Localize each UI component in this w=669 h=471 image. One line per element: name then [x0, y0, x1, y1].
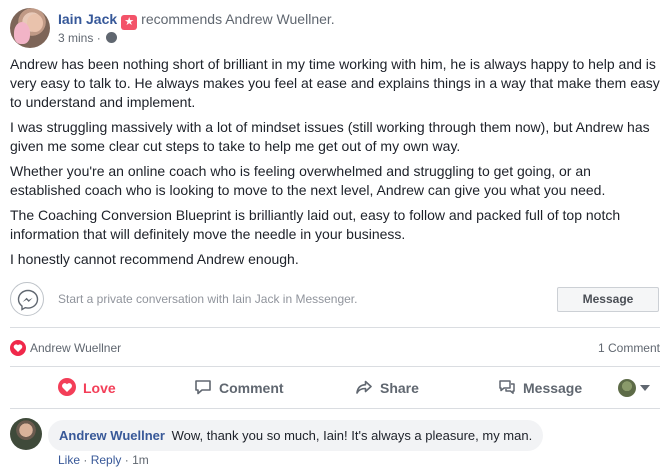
globe-icon[interactable]	[106, 32, 118, 43]
post-as-selector[interactable]	[618, 379, 650, 397]
heart-icon	[58, 377, 76, 399]
post-paragraph: Andrew has been nothing short of brillia…	[10, 56, 660, 110]
comment-like-link[interactable]: Like	[58, 453, 80, 467]
action-bar: Love Comment Share Message	[10, 372, 660, 404]
meta-dot: ·	[124, 453, 129, 467]
post-body: Andrew has been nothing short of brillia…	[10, 55, 660, 275]
meta-separator: ·	[96, 31, 101, 45]
messenger-icon	[10, 282, 44, 316]
messenger-prompt-row: Start a private conversation with Iain J…	[10, 282, 660, 318]
avatar-child	[14, 22, 30, 44]
recommends-text: recommends	[141, 11, 223, 27]
recommendation-star-icon: ★	[121, 15, 138, 30]
post-paragraph: I was struggling massively with a lot of…	[10, 119, 650, 154]
post-paragraph: Whether you're an online coach who is fe…	[10, 163, 606, 198]
comment-text: Wow, thank you so much, Iain! It's alway…	[171, 428, 533, 443]
comment-bubble: Andrew Wuellner Wow, thank you so much, …	[48, 420, 544, 451]
share-label: Share	[380, 380, 419, 396]
message-button[interactable]: Message	[557, 287, 659, 312]
messenger-prompt-text: Start a private conversation with Iain J…	[58, 292, 358, 306]
reactor-name[interactable]: Andrew Wuellner	[30, 341, 121, 355]
viewer-avatar	[618, 379, 636, 397]
comment-count[interactable]: 1 Comment	[598, 341, 660, 355]
comment-reply-link[interactable]: Reply	[91, 453, 122, 467]
post-header: Iain Jack ★ recommends Andrew Wuellner. 3 …	[10, 8, 660, 50]
comment-label: Comment	[219, 380, 284, 396]
post-paragraph: I honestly cannot recommend Andrew enoug…	[10, 251, 299, 267]
commenter-name[interactable]: Andrew Wuellner	[59, 428, 165, 443]
recommended-page[interactable]: Andrew Wuellner.	[225, 11, 334, 27]
message-action-button[interactable]: Message	[498, 372, 582, 404]
reactions-summary: Andrew Wuellner 1 Comment	[10, 338, 660, 358]
commenter-avatar[interactable]	[10, 418, 42, 450]
chevron-down-icon	[640, 385, 650, 391]
post-meta: 3 mins ·	[58, 31, 118, 45]
divider	[10, 366, 660, 367]
divider	[10, 408, 660, 409]
share-arrow-icon	[355, 378, 373, 399]
comment-item: Andrew Wuellner Wow, thank you so much, …	[10, 418, 660, 468]
author-name[interactable]: Iain Jack	[58, 11, 117, 27]
message-action-label: Message	[523, 380, 583, 396]
author-avatar[interactable]	[10, 8, 50, 48]
post-paragraph: The Coaching Conversion Blueprint is bri…	[10, 207, 621, 242]
comment-bubble-icon	[194, 378, 212, 399]
love-button[interactable]: Love	[58, 372, 116, 404]
share-button[interactable]: Share	[355, 372, 419, 404]
post-timestamp[interactable]: 3 mins	[58, 31, 93, 45]
name-line: Iain Jack ★ recommends Andrew Wuellner.	[58, 11, 335, 30]
comment-timestamp[interactable]: 1m	[132, 453, 149, 467]
message-bubbles-icon	[498, 378, 516, 399]
meta-dot: ·	[83, 453, 88, 467]
love-label: Love	[83, 380, 116, 396]
divider	[10, 327, 660, 328]
comment-meta: Like · Reply · 1m	[58, 453, 149, 467]
comment-button[interactable]: Comment	[194, 372, 284, 404]
heart-reaction-icon[interactable]	[10, 340, 26, 356]
